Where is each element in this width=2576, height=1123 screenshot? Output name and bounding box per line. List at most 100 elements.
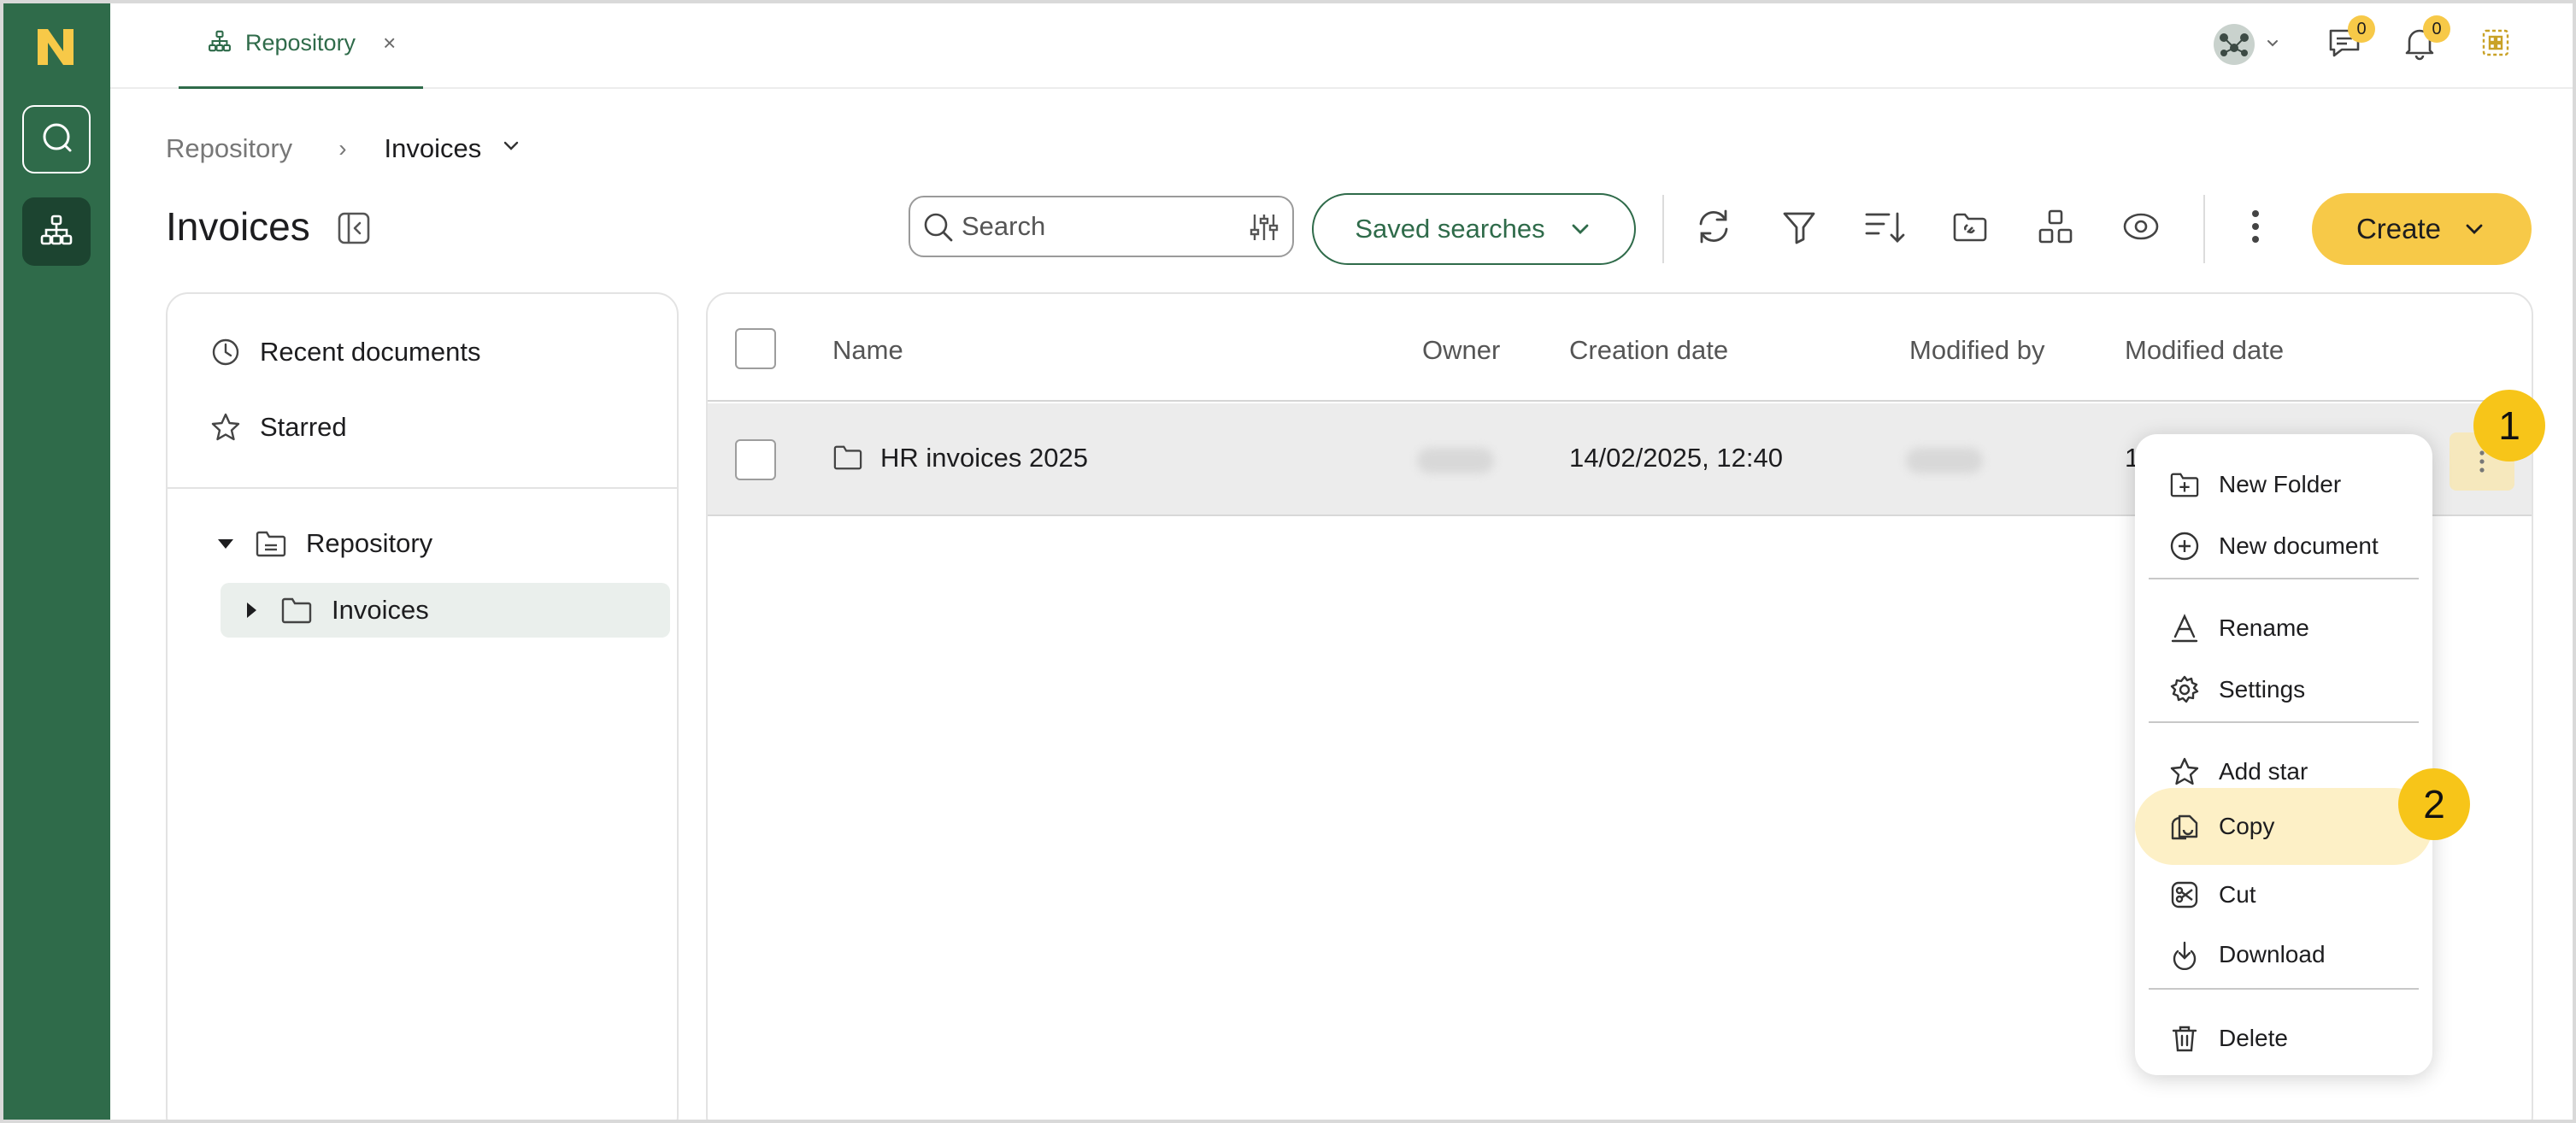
caret-down-icon[interactable] — [215, 533, 236, 554]
link-folder-icon — [1950, 207, 1990, 250]
menu-item-cut[interactable]: Cut — [2150, 868, 2417, 921]
menu-item-new-folder[interactable]: New Folder — [2150, 458, 2417, 511]
view-layout-icon — [2036, 207, 2075, 250]
menu-item-rename[interactable]: Rename — [2150, 602, 2417, 655]
row-name[interactable]: HR invoices 2025 — [880, 443, 1088, 473]
more-actions-button[interactable] — [2232, 205, 2279, 251]
search-input[interactable] — [962, 211, 1218, 242]
chevron-down-icon — [2466, 224, 2483, 234]
folder-icon — [281, 597, 312, 624]
filter-button[interactable] — [1776, 205, 1822, 251]
column-header-owner[interactable]: Owner — [1422, 335, 1500, 366]
search-icon — [922, 211, 955, 248]
step-callout-1: 1 — [2473, 390, 2545, 462]
collapse-sidebar-icon[interactable] — [336, 210, 372, 250]
user-avatar-menu[interactable] — [2212, 22, 2289, 67]
new-document-icon — [2170, 532, 2199, 561]
panel-divider — [168, 487, 677, 489]
menu-item-new-document[interactable]: New document — [2150, 520, 2417, 573]
column-header-creation-date[interactable]: Creation date — [1569, 335, 1728, 366]
menu-item-settings[interactable]: Settings — [2150, 663, 2417, 716]
menu-item-label: Rename — [2219, 614, 2309, 641]
table-header: Name Owner Creation date Modified by Mod… — [708, 294, 2532, 402]
recent-documents-link[interactable]: Recent documents — [210, 337, 480, 367]
sort-button[interactable] — [1861, 205, 1908, 251]
messages-button[interactable]: 0 — [2322, 15, 2375, 67]
page-title: Invoices — [166, 204, 310, 249]
toolbar-separator — [1662, 195, 1664, 263]
tab-label: Repository — [245, 30, 356, 56]
notifications-button[interactable]: 0 — [2397, 15, 2450, 67]
saved-searches-label: Saved searches — [1355, 214, 1545, 244]
new-folder-icon — [2170, 473, 2199, 497]
menu-separator — [2149, 721, 2419, 723]
recent-documents-label: Recent documents — [260, 337, 481, 367]
rail-repository-button[interactable] — [22, 197, 91, 266]
tab-repository[interactable]: Repository × — [179, 0, 423, 89]
row-creation-date: 14/02/2025, 12:40 — [1569, 443, 1783, 473]
starred-link[interactable]: Starred — [210, 412, 347, 443]
link-folder-button[interactable] — [1947, 205, 1993, 251]
search-filters-icon[interactable] — [1248, 211, 1280, 248]
folder-icon — [832, 443, 863, 476]
breadcrumb-separator: › — [338, 135, 347, 162]
apps-button[interactable] — [2473, 22, 2518, 67]
row-context-menu: New Folder New document Rename Settings … — [2135, 434, 2432, 1075]
breadcrumb-current[interactable]: Invoices — [385, 133, 482, 164]
filter-icon — [1779, 207, 1819, 250]
menu-item-label: Delete — [2219, 1025, 2288, 1051]
preview-button[interactable] — [2118, 205, 2164, 251]
tree-item-invoices-content[interactable]: Invoices — [241, 595, 429, 626]
starred-label: Starred — [260, 412, 347, 442]
menu-item-label: New document — [2219, 532, 2379, 559]
row-checkbox[interactable] — [735, 439, 776, 480]
clock-icon — [212, 338, 239, 366]
row-owner-redacted — [1417, 448, 1494, 473]
breadcrumb: Repository › Invoices — [166, 132, 522, 166]
left-rail — [0, 0, 110, 1123]
saved-searches-button[interactable]: Saved searches — [1312, 193, 1636, 265]
sitemap-icon — [208, 29, 232, 57]
menu-separator — [2149, 578, 2419, 579]
menu-item-label: Cut — [2219, 881, 2256, 908]
row-modified-by-redacted — [1906, 448, 1983, 473]
repository-folder-icon — [256, 531, 286, 557]
column-header-modified-date[interactable]: Modified date — [2125, 335, 2284, 366]
search-box[interactable] — [909, 196, 1294, 257]
navigation-panel: Recent documents Starred Repository Invo… — [166, 292, 679, 1123]
gear-icon — [2170, 675, 2199, 703]
refresh-button[interactable] — [1691, 205, 1737, 251]
star-icon — [211, 413, 240, 441]
sitemap-icon — [39, 213, 74, 251]
menu-item-download[interactable]: Download — [2150, 928, 2417, 981]
app-logo[interactable] — [32, 24, 79, 70]
menu-item-label: New Folder — [2219, 471, 2342, 497]
menu-item-delete[interactable]: Delete — [2150, 1012, 2417, 1065]
chevron-down-icon[interactable] — [500, 133, 522, 164]
column-header-name[interactable]: Name — [832, 335, 903, 366]
breadcrumb-root[interactable]: Repository — [166, 133, 292, 164]
scissors-icon — [2171, 881, 2198, 908]
more-vertical-icon — [2247, 207, 2264, 250]
select-all-checkbox[interactable] — [735, 328, 776, 369]
create-button[interactable]: Create — [2312, 193, 2532, 265]
trash-icon — [2172, 1026, 2197, 1052]
step-callout-2: 2 — [2398, 768, 2470, 840]
rail-search-button[interactable] — [22, 105, 91, 173]
chevron-down-icon — [1572, 224, 1589, 234]
column-header-modified-by[interactable]: Modified by — [1909, 335, 2045, 366]
notifications-badge: 0 — [2423, 15, 2450, 43]
download-icon — [2173, 941, 2197, 970]
tab-close-button[interactable]: × — [383, 30, 396, 56]
star-icon — [2170, 757, 2199, 785]
view-layout-button[interactable] — [2032, 205, 2079, 251]
sort-icon — [1863, 207, 1906, 250]
menu-item-label: Copy — [2219, 813, 2275, 839]
menu-item-label: Settings — [2219, 676, 2306, 703]
menu-item-label: Download — [2219, 941, 2326, 967]
menu-item-copy[interactable]: Copy — [2135, 788, 2432, 865]
apps-grid-icon — [2479, 26, 2513, 64]
tree-label-invoices: Invoices — [332, 595, 429, 625]
caret-right-icon[interactable] — [241, 600, 262, 620]
tree-item-repository[interactable]: Repository — [215, 528, 432, 559]
